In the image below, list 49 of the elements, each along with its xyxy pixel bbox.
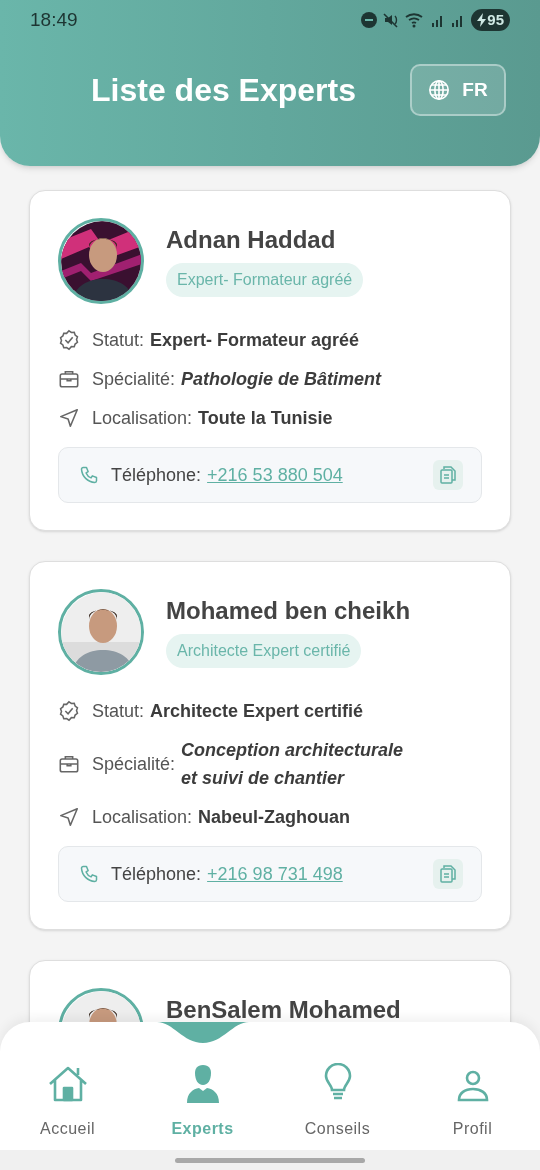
detail-label: Spécialité:: [92, 753, 176, 776]
detail-value: Architecte Expert certifié: [150, 700, 364, 723]
copy-button[interactable]: [433, 859, 463, 889]
phone-link[interactable]: +216 53 880 504: [207, 461, 343, 489]
person-icon: [185, 1063, 220, 1103]
language-button[interactable]: FR: [410, 64, 506, 116]
detail-value: Conception architecturale et suivi de chantier: [181, 739, 405, 790]
phone-label: Téléphone:: [111, 862, 202, 886]
detail-label: Statut:: [92, 700, 145, 723]
badge-check-icon: [58, 329, 80, 351]
briefcase-icon: [58, 368, 80, 390]
mute-icon: [383, 12, 400, 28]
nav-tab[interactable]: Experts: [135, 1022, 270, 1150]
nav-tab[interactable]: Accueil: [0, 1022, 135, 1150]
copy-icon: [439, 465, 457, 485]
page-title: Liste des Experts: [91, 74, 356, 106]
status-time: 18:49: [30, 7, 78, 32]
battery-indicator: 95: [471, 9, 510, 31]
expert-name: BenSalem Mohamed: [166, 995, 401, 1025]
phone-link[interactable]: +216 98 731 498: [207, 860, 343, 888]
detail-value: Pathologie de Bâtiment: [181, 368, 382, 391]
role-badge: Expert- Formateur agréé: [166, 263, 364, 297]
detail-label: Statut:: [92, 329, 145, 352]
charging-bolt-icon: [477, 13, 487, 27]
detail-label: Localisation:: [92, 806, 193, 829]
home-indicator[interactable]: [175, 1157, 365, 1163]
phone-icon: [79, 864, 99, 884]
do-not-disturb-icon: [361, 12, 378, 28]
copy-button[interactable]: [433, 460, 463, 490]
expert-name: Adnan Haddad: [166, 225, 336, 255]
expert-name: Mohamed ben cheikh: [166, 596, 411, 626]
navigation-arrow-icon: [58, 806, 80, 828]
detail-value: Toute la Tunisie: [198, 407, 333, 430]
detail-label: Spécialité:: [92, 368, 176, 391]
navigation-arrow-icon: [58, 407, 80, 429]
globe-icon: [428, 79, 451, 101]
nav-tab[interactable]: Conseils: [270, 1022, 405, 1150]
detail-value: Nabeul-Zaghouan: [198, 806, 351, 829]
user-icon: [456, 1069, 489, 1103]
nav-tab[interactable]: Profil: [405, 1022, 540, 1150]
role-badge: Architecte Expert certifié: [166, 634, 362, 668]
phone-label: Téléphone:: [111, 463, 202, 487]
copy-icon: [439, 864, 457, 884]
phone-icon: [79, 465, 99, 485]
badge-check-icon: [58, 700, 80, 722]
detail-label: Localisation:: [92, 407, 193, 430]
detail-value: Expert- Formateur agréé: [150, 329, 360, 352]
home-icon: [47, 1065, 88, 1103]
briefcase-icon: [58, 753, 80, 775]
